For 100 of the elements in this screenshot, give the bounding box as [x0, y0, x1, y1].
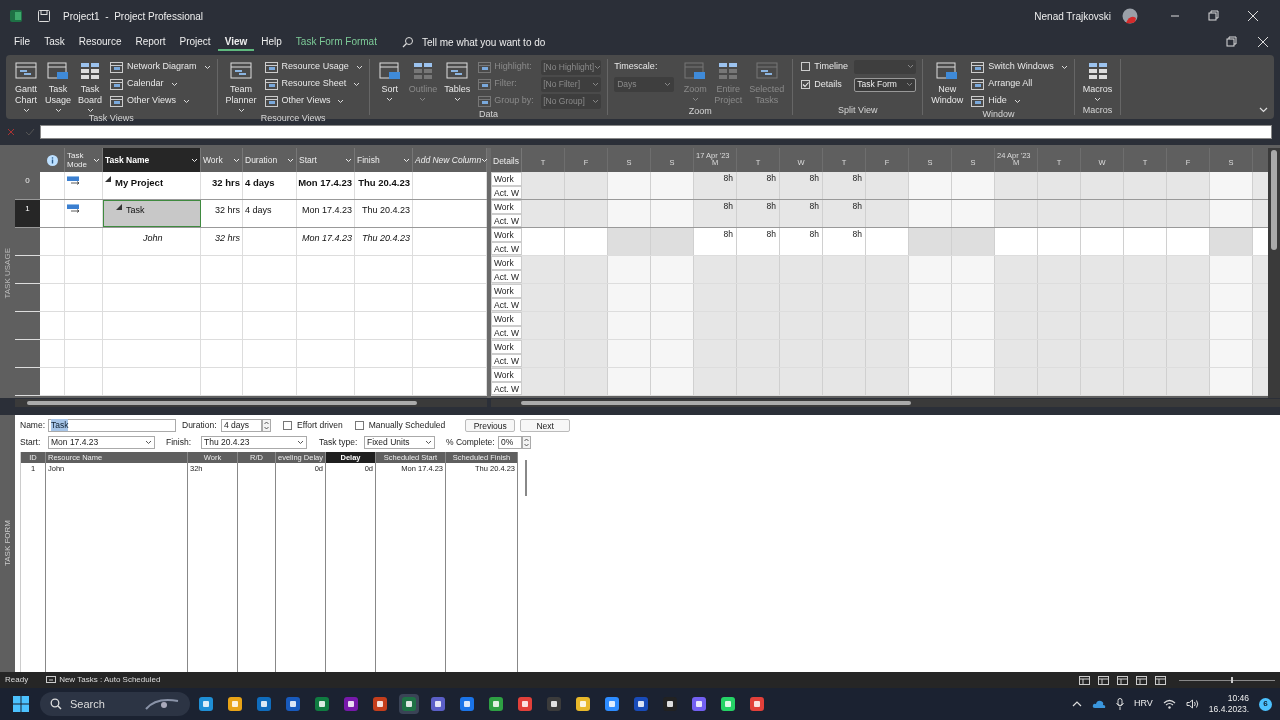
menu-tab[interactable]: Report: [128, 33, 173, 51]
view-shortcut-icon[interactable]: [1136, 675, 1147, 685]
form-button[interactable]: Next: [520, 418, 571, 432]
menu-tab[interactable]: Project: [172, 33, 218, 51]
ribbon-button[interactable]: New Window: [929, 59, 966, 106]
ribbon-button[interactable]: Other Views: [110, 93, 211, 109]
zoom-slider[interactable]: [1179, 676, 1275, 684]
column-header[interactable]: Details: [491, 148, 522, 172]
checkbox[interactable]: [283, 420, 292, 430]
menu-tab[interactable]: Resource: [71, 33, 129, 51]
app-icon[interactable]: [401, 696, 417, 712]
wifi-icon[interactable]: [1162, 699, 1176, 709]
task-name[interactable]: Task: [126, 204, 145, 218]
language-indicator[interactable]: HRV: [1133, 697, 1153, 711]
ribbon-button[interactable]: Switch Windows: [971, 59, 1068, 75]
task-name[interactable]: John: [143, 232, 163, 255]
scrollbar[interactable]: [491, 399, 1280, 407]
app-icon[interactable]: [459, 696, 475, 712]
app-icon[interactable]: [662, 696, 678, 712]
ribbon-button[interactable]: Calendar: [110, 76, 211, 92]
percent-complete-field[interactable]: 0%: [498, 435, 522, 449]
search-field[interactable]: Search: [40, 692, 190, 716]
status-button[interactable]: New Tasks : Auto Scheduled: [46, 674, 161, 686]
app-icon[interactable]: [285, 696, 301, 712]
ribbon-button[interactable]: Task Usage: [43, 59, 73, 113]
finish-dropdown[interactable]: Thu 20.4.23: [201, 435, 307, 449]
ribbon-button[interactable]: Sort: [375, 59, 404, 102]
app-icon[interactable]: [546, 696, 562, 712]
ribbon-button[interactable]: Tables: [442, 59, 473, 102]
collapse-icon[interactable]: [116, 204, 122, 210]
dropdown-field[interactable]: [854, 59, 917, 74]
ribbon-button[interactable]: Macros: [1080, 59, 1115, 102]
column-header[interactable]: Finish: [355, 148, 413, 172]
view-shortcut-icon[interactable]: [1155, 675, 1166, 685]
start-icon[interactable]: [12, 695, 30, 713]
app-icon[interactable]: [633, 696, 649, 712]
ribbon-button[interactable]: Hide: [971, 93, 1068, 109]
ribbon-button[interactable]: Network Diagram: [110, 59, 211, 75]
app-icon[interactable]: [691, 696, 707, 712]
menu-tab[interactable]: Help: [254, 33, 289, 51]
name-field[interactable]: Task: [48, 418, 176, 432]
app-icon[interactable]: [198, 696, 214, 712]
checkbox[interactable]: [801, 80, 811, 89]
caret-icon: [907, 64, 915, 69]
menu-tab[interactable]: View: [217, 33, 255, 51]
app-icon[interactable]: [430, 696, 446, 712]
column-header[interactable]: Add New Column: [413, 148, 487, 172]
view-shortcut-icon[interactable]: [1098, 675, 1109, 685]
ribbon-button[interactable]: Arrange All: [971, 76, 1068, 92]
clock[interactable]: 10:46 16.4.2023.: [1208, 693, 1249, 715]
row-header[interactable]: 1: [15, 200, 40, 227]
chevron-up-icon[interactable]: [1071, 701, 1082, 707]
duration-field[interactable]: 4 days: [221, 418, 262, 432]
speaker-icon[interactable]: [1185, 699, 1199, 709]
ribbon-button[interactable]: Team Planner: [223, 59, 259, 113]
menu-tab[interactable]: Task: [37, 33, 72, 51]
column-header[interactable]: Start: [297, 148, 355, 172]
task-name[interactable]: My Project: [115, 176, 164, 191]
cloud-icon[interactable]: [1091, 699, 1106, 709]
start-dropdown[interactable]: Mon 17.4.23: [48, 435, 155, 449]
scrollbar[interactable]: [1268, 148, 1280, 398]
collapse-ribbon-icon[interactable]: [1259, 107, 1268, 113]
table-cell: [608, 340, 651, 354]
column-header[interactable]: Task Mode: [65, 148, 103, 172]
checkbox[interactable]: [801, 62, 811, 71]
app-icon[interactable]: [604, 696, 620, 712]
form-button[interactable]: Previous: [465, 418, 516, 432]
dropdown-field[interactable]: Task Form: [854, 77, 917, 92]
save-icon[interactable]: [37, 9, 51, 23]
avatar-icon[interactable]: [1122, 8, 1138, 24]
view-shortcut-icon[interactable]: [1079, 675, 1090, 685]
app-icon[interactable]: [749, 696, 765, 712]
app-icon[interactable]: [720, 696, 736, 712]
column-header[interactable]: Work: [201, 148, 243, 172]
view-shortcut-icon[interactable]: [1117, 675, 1128, 685]
entry-field[interactable]: [40, 125, 1272, 139]
notification-badge[interactable]: 6: [1259, 697, 1272, 711]
scrollbar[interactable]: [15, 399, 487, 407]
app-icon[interactable]: [488, 696, 504, 712]
app-icon[interactable]: [227, 696, 243, 712]
microphone-icon[interactable]: [1115, 698, 1124, 710]
ribbon-button[interactable]: Other Views: [264, 93, 363, 109]
app-icon[interactable]: [343, 696, 359, 712]
app-icon[interactable]: [256, 696, 272, 712]
tell-me-field[interactable]: Tell me what you want to do: [401, 34, 602, 50]
menu-tab[interactable]: Task Form Format: [288, 33, 384, 51]
app-icon[interactable]: [372, 696, 388, 712]
column-header[interactable]: Duration: [243, 148, 297, 172]
ribbon-button[interactable]: Resource Usage: [264, 59, 363, 75]
collapse-icon[interactable]: [105, 176, 111, 182]
menu-tab[interactable]: File: [7, 33, 38, 51]
checkbox[interactable]: [354, 420, 364, 430]
app-icon[interactable]: [517, 696, 533, 712]
column-header[interactable]: Task Name: [103, 148, 201, 172]
app-icon[interactable]: [575, 696, 591, 712]
ribbon-button[interactable]: Resource Sheet: [264, 76, 363, 92]
task-type-dropdown[interactable]: Fixed Units: [364, 435, 435, 449]
ribbon-button[interactable]: Task Board: [76, 59, 105, 113]
ribbon-button[interactable]: Gantt Chart: [12, 59, 40, 113]
app-icon[interactable]: [314, 696, 330, 712]
